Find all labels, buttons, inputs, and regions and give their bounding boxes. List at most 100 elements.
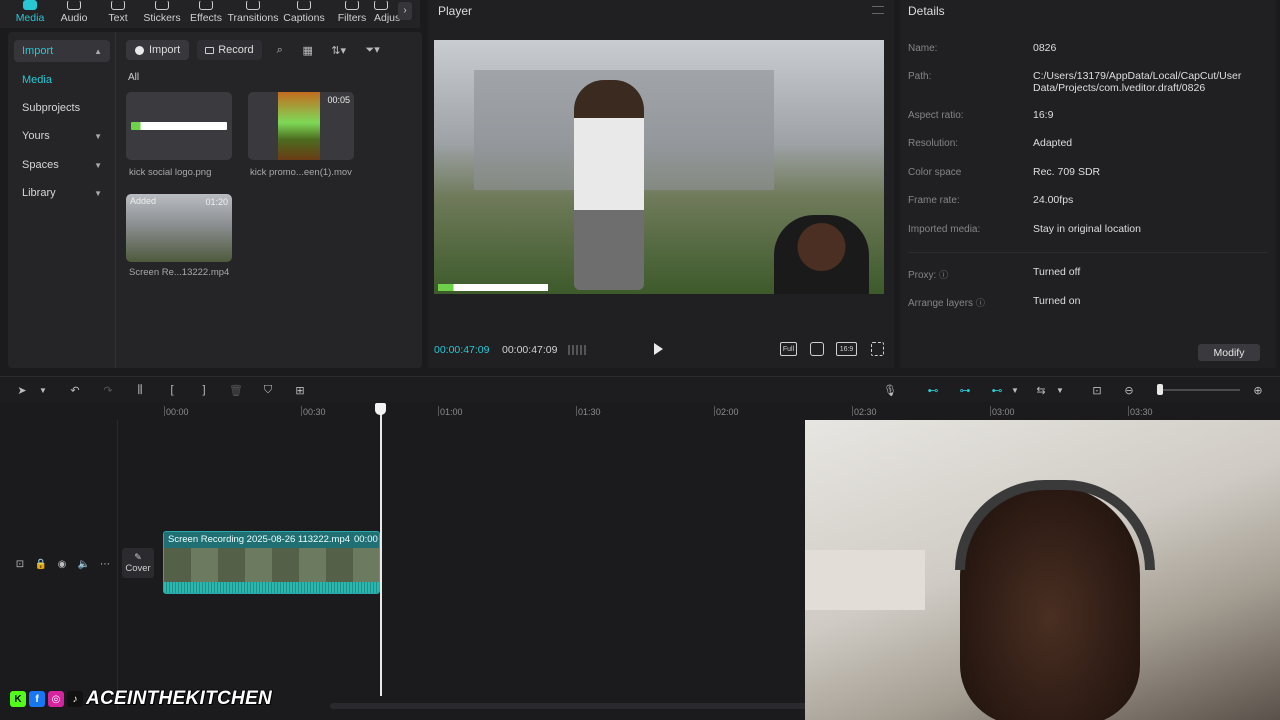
playhead-handle[interactable] [375,403,386,415]
trim-left-icon[interactable]: [ [165,383,179,397]
nav-yours[interactable]: Yours ▼ [14,125,110,147]
ruler-tick: 01:30 [578,407,601,417]
eye-icon[interactable]: ◉ [55,557,69,571]
headphones [955,480,1155,570]
select-tool-icon[interactable]: ➤ [15,383,29,397]
add-frame-icon[interactable]: ⊞ [293,383,307,397]
player-title: Player [438,4,473,18]
nav-media[interactable]: Media [14,69,110,91]
tab-transitions[interactable]: Transitions [228,0,278,28]
link-icon[interactable]: ⊷ [926,383,940,397]
ruler-tick: 01:00 [440,407,463,417]
media-item-name: kick promo...een(1).mov [250,167,352,178]
tab-label: Effects [190,12,222,24]
media-item[interactable]: Added 01:20 [126,194,232,262]
nav-label: Subprojects [22,102,81,114]
nav-import[interactable]: Import ▲ [14,40,110,62]
grid-view-icon[interactable]: ▦ [298,40,318,60]
record-button[interactable]: Record [197,40,262,60]
clip-duration: 00:00 [354,534,378,545]
player-panel: Player 00:00:47:09 00:00:47:09 Full 16:9 [428,0,894,368]
webcam-overlay [805,420,1280,720]
chevron-down-icon[interactable]: ▼ [1053,383,1067,397]
trim-right-icon[interactable]: ] [197,383,211,397]
tab-label: Audio [60,12,88,24]
detail-value: 16:9 [1033,109,1054,121]
modify-button[interactable]: Modify [1198,344,1260,361]
cover-button[interactable]: ✎ Cover [122,548,154,578]
stream-watermark: K f ◎ ♪ ACEINTHEKITCHEN [10,687,273,710]
split-icon[interactable]: ⫼ [133,383,147,397]
volume-icon[interactable]: 🔈 [77,557,91,571]
nav-label: Yours [22,130,50,142]
info-icon[interactable]: ⓘ [939,270,948,280]
chevron-up-icon: ▲ [94,46,102,56]
clip-title: Screen Recording 2025-08-26 113222.mp4 [168,534,351,545]
chevron-right-icon[interactable]: › [398,2,412,20]
video-preview[interactable] [434,40,884,294]
ruler-tick: 02:30 [854,407,877,417]
snap-icon[interactable]: ⊷ [990,383,1004,397]
nav-library[interactable]: Library ▼ [14,182,110,204]
filter-icon[interactable]: ⏷▾ [360,40,386,60]
marker-icon[interactable]: ⛉ [261,383,275,397]
tab-audio[interactable]: Audio [52,0,96,28]
microphone-icon[interactable]: 🎙 [883,383,897,397]
zoom-out-icon[interactable]: ⊖ [1122,383,1136,397]
fit-icon[interactable] [810,342,824,356]
detail-value: Turned on [1033,295,1081,307]
details-panel: Details Name: 0826 Path: C:/Users/13179/… [900,0,1276,368]
fullscreen-icon[interactable] [871,342,884,356]
waveform-icon [568,345,586,355]
chevron-down-icon[interactable]: ▼ [36,383,50,397]
media-item[interactable]: 00:05 [248,92,354,160]
magnet-icon[interactable]: ⊶ [958,383,972,397]
detail-value: Rec. 709 SDR [1033,166,1101,178]
import-button[interactable]: Import [126,40,190,60]
redo-icon[interactable]: ↷ [101,383,115,397]
ruler-mark [301,406,302,416]
timeline-ruler[interactable]: 00:00 00:30 01:00 01:30 02:00 02:30 03:0… [0,402,1280,420]
audio-icon [67,0,81,10]
menu-icon[interactable] [872,6,884,14]
tab-captions[interactable]: Captions [278,0,330,28]
zoom-slider[interactable] [1160,389,1240,391]
preview-axis-icon[interactable]: ⇆ [1034,383,1048,397]
detail-label: Path: [908,71,932,82]
chevron-down-icon[interactable]: ▼ [1008,383,1022,397]
lock-icon[interactable]: 🔒 [34,557,48,571]
zoom-slider-handle[interactable] [1157,384,1163,395]
tab-filters[interactable]: Filters [330,0,374,28]
media-actions: Import Record ⌕ ▦ ⇅▾ ⏷▾ [126,40,386,60]
playhead[interactable] [380,406,382,696]
full-button[interactable]: Full [780,342,797,356]
watermark-text: ACEINTHEKITCHEN [85,687,273,710]
info-icon[interactable]: ⓘ [976,298,985,308]
video-clip[interactable]: Screen Recording 2025-08-26 113222.mp4 0… [163,531,380,594]
divider [908,252,1268,253]
nav-subprojects[interactable]: Subprojects [14,97,110,119]
search-icon[interactable]: ⌕ [270,40,290,60]
ratio-button[interactable]: 16:9 [836,342,857,356]
tab-media[interactable]: Media [8,0,52,28]
tab-label: Adjus [374,12,401,24]
track-header: ⊡ 🔒 ◉ 🔈 ⋯ [0,420,118,710]
track-box-icon[interactable]: ⊡ [13,557,27,571]
ruler-mark [576,406,577,416]
play-icon[interactable] [654,343,663,355]
nav-label: Media [22,74,52,86]
nav-spaces[interactable]: Spaces ▼ [14,154,110,176]
caption-icon[interactable]: ⊡ [1090,383,1104,397]
delete-icon[interactable]: 🗑 [229,383,243,397]
video-person [574,80,644,290]
tab-stickers[interactable]: Stickers [140,0,184,28]
tab-text[interactable]: Text [96,0,140,28]
detail-label: Imported media: [908,224,981,235]
ruler-mark [852,406,853,416]
tab-effects[interactable]: Effects [184,0,228,28]
undo-icon[interactable]: ↶ [68,383,82,397]
zoom-in-icon[interactable]: ⊕ [1251,383,1265,397]
media-item[interactable] [126,92,232,160]
more-icon[interactable]: ⋯ [98,557,112,571]
sort-icon[interactable]: ⇅▾ [326,40,352,60]
